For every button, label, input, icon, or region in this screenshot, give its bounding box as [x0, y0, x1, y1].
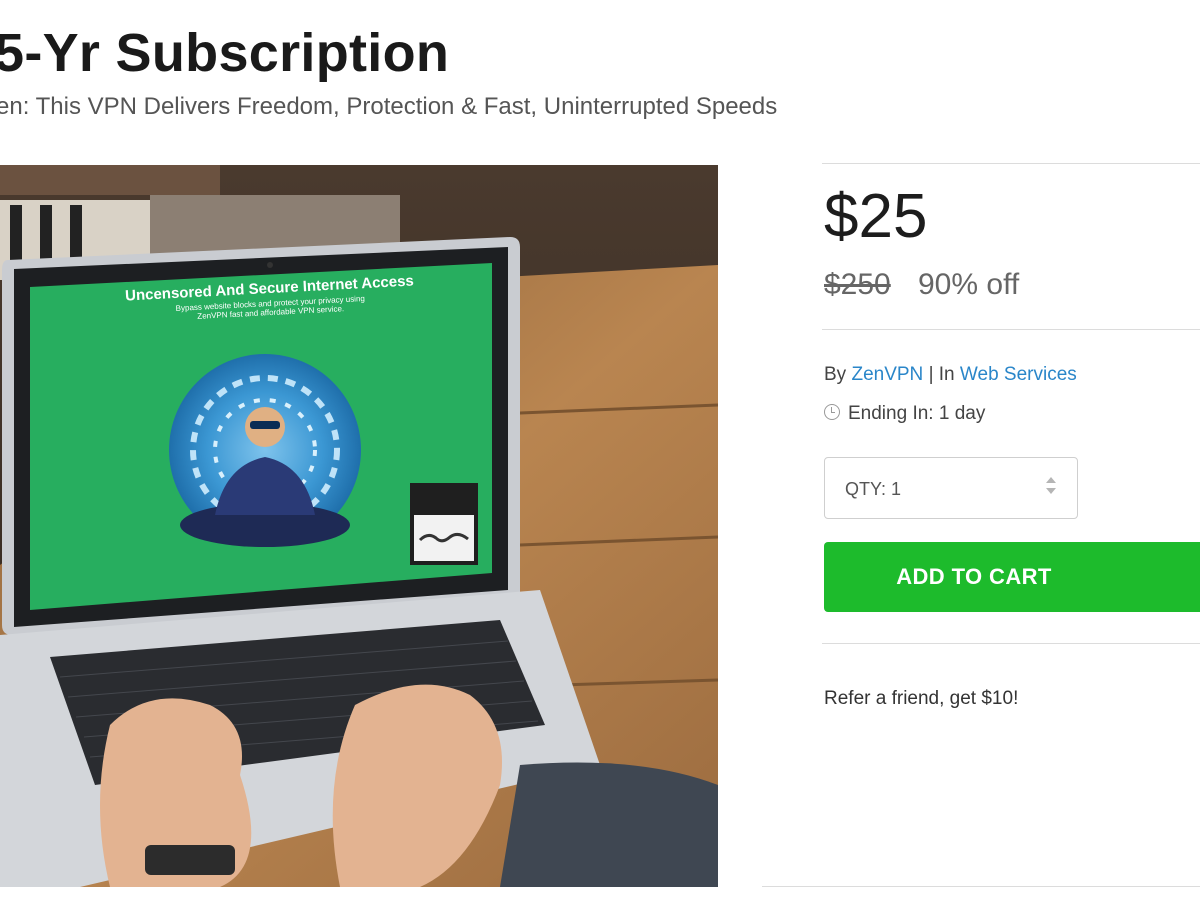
divider	[822, 163, 1200, 164]
purchase-panel: $25 $250 90% off By ZenVPN | In Web Serv…	[762, 0, 1200, 900]
add-to-cart-button[interactable]: ADD TO CART	[824, 542, 1200, 612]
sale-price: $25	[824, 182, 928, 251]
in-label: In	[938, 364, 955, 385]
vendor-link[interactable]: ZenVPN	[851, 364, 923, 385]
clock-icon	[824, 404, 840, 420]
product-hero-image: Uncensored And Secure Internet Access By…	[0, 165, 718, 887]
deal-ending: Ending In: 1 day	[824, 403, 985, 425]
quantity-select[interactable]: QTY: 1	[824, 457, 1078, 519]
divider	[822, 329, 1200, 330]
separator: |	[928, 364, 934, 385]
discount-label: 90% off	[918, 268, 1020, 301]
divider	[762, 886, 1200, 887]
vendor-line: By ZenVPN | In Web Services	[824, 364, 1077, 386]
referral-link[interactable]: Refer a friend, get $10!	[824, 688, 1018, 710]
stepper-arrows-icon[interactable]	[1045, 477, 1057, 501]
category-link[interactable]: Web Services	[960, 364, 1077, 385]
product-title: 5-Yr Subscription	[0, 23, 450, 83]
original-price: $250	[824, 268, 891, 301]
ending-label: Ending In: 1 day	[848, 403, 986, 424]
product-subtitle: en: This VPN Delivers Freedom, Protectio…	[0, 93, 778, 120]
quantity-value: QTY: 1	[845, 479, 902, 499]
divider	[822, 643, 1200, 644]
by-label: By	[824, 364, 847, 385]
